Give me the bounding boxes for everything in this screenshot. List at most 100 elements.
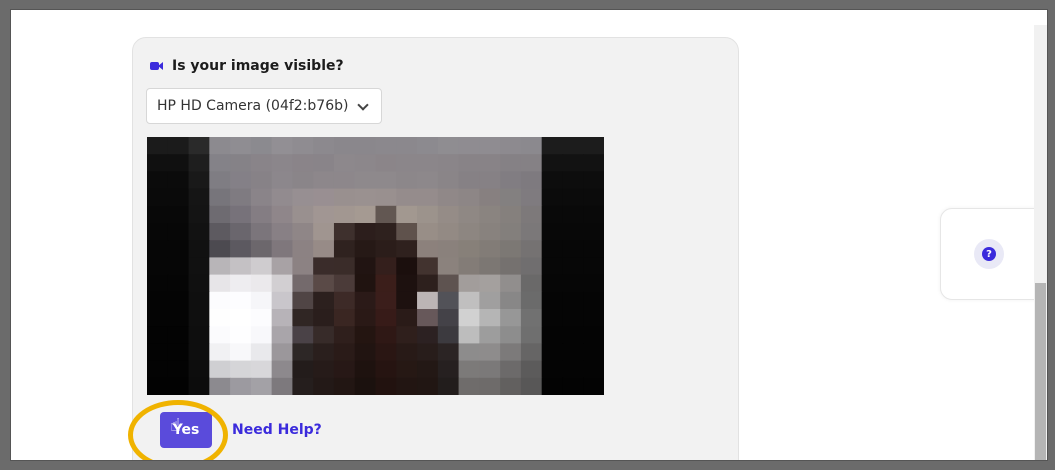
preview-pixel bbox=[583, 360, 604, 379]
preview-pixel bbox=[354, 360, 377, 379]
camera-select-value: HP HD Camera (04f2:b76b) bbox=[157, 98, 349, 114]
preview-pixel bbox=[417, 171, 439, 190]
preview-pixel bbox=[209, 205, 231, 224]
page-scrollbar[interactable] bbox=[1034, 25, 1047, 460]
card-title: Is your image visible? bbox=[172, 58, 344, 74]
preview-pixel bbox=[313, 309, 335, 327]
preview-pixel bbox=[271, 171, 294, 190]
preview-pixel bbox=[250, 360, 273, 379]
preview-pixel bbox=[250, 326, 273, 344]
preview-pixel bbox=[562, 343, 584, 362]
preview-pixel bbox=[354, 343, 377, 362]
preview-pixel bbox=[583, 257, 604, 276]
preview-pixel bbox=[396, 240, 418, 258]
preview-pixel bbox=[375, 205, 397, 224]
preview-pixel bbox=[333, 188, 356, 207]
preview-pixel bbox=[167, 274, 190, 293]
preview-pixel bbox=[562, 326, 584, 344]
preview-pixel bbox=[375, 377, 397, 395]
preview-pixel bbox=[500, 343, 522, 362]
preview-pixel bbox=[188, 326, 210, 344]
preview-pixel bbox=[437, 188, 460, 207]
preview-pixel bbox=[417, 343, 439, 362]
card-header: Is your image visible? bbox=[150, 58, 344, 74]
preview-pixel bbox=[230, 377, 252, 395]
preview-pixel bbox=[147, 223, 169, 241]
help-side-tab[interactable]: ? bbox=[940, 208, 1047, 300]
preview-pixel bbox=[375, 360, 397, 379]
preview-pixel bbox=[458, 274, 480, 293]
preview-pixel bbox=[209, 291, 231, 310]
preview-pixel bbox=[500, 377, 522, 395]
scrollbar-thumb[interactable] bbox=[1035, 283, 1046, 460]
preview-pixel bbox=[396, 154, 418, 172]
preview-pixel bbox=[458, 205, 480, 224]
preview-pixel bbox=[375, 188, 397, 207]
preview-pixel bbox=[396, 274, 418, 293]
preview-pixel bbox=[396, 377, 418, 395]
preview-pixel bbox=[188, 205, 210, 224]
preview-pixel bbox=[147, 309, 169, 327]
preview-pixel bbox=[250, 154, 273, 172]
preview-pixel bbox=[520, 171, 543, 190]
preview-pixel bbox=[562, 360, 584, 379]
preview-pixel bbox=[583, 274, 604, 293]
preview-pixel bbox=[250, 137, 273, 155]
preview-pixel bbox=[333, 309, 356, 327]
preview-pixel bbox=[230, 188, 252, 207]
preview-pixel bbox=[541, 240, 564, 258]
preview-pixel bbox=[562, 137, 584, 155]
help-icon-button[interactable]: ? bbox=[974, 239, 1004, 269]
preview-pixel bbox=[271, 137, 294, 155]
preview-pixel bbox=[562, 188, 584, 207]
preview-pixel bbox=[167, 360, 190, 379]
preview-pixel bbox=[313, 326, 335, 344]
preview-pixel bbox=[271, 257, 294, 276]
preview-pixel bbox=[292, 137, 314, 155]
need-help-link[interactable]: Need Help? bbox=[232, 422, 322, 438]
camera-select[interactable]: HP HD Camera (04f2:b76b) bbox=[146, 88, 382, 124]
preview-pixel bbox=[437, 257, 460, 276]
preview-pixel bbox=[437, 240, 460, 258]
preview-pixel bbox=[333, 274, 356, 293]
preview-pixel bbox=[562, 274, 584, 293]
preview-pixel bbox=[167, 309, 190, 327]
preview-pixel bbox=[313, 360, 335, 379]
preview-pixel bbox=[271, 223, 294, 241]
preview-pixel bbox=[167, 291, 190, 310]
preview-pixel bbox=[147, 326, 169, 344]
preview-pixel bbox=[333, 154, 356, 172]
preview-pixel bbox=[333, 137, 356, 155]
preview-pixel bbox=[313, 240, 335, 258]
preview-pixel bbox=[167, 188, 190, 207]
preview-pixel bbox=[271, 240, 294, 258]
preview-pixel bbox=[417, 154, 439, 172]
preview-pixel bbox=[209, 154, 231, 172]
preview-pixel bbox=[313, 205, 335, 224]
preview-pixel bbox=[188, 171, 210, 190]
preview-pixel bbox=[333, 205, 356, 224]
preview-pixel bbox=[250, 205, 273, 224]
preview-pixel bbox=[375, 343, 397, 362]
preview-pixel bbox=[437, 291, 460, 310]
preview-pixel bbox=[562, 154, 584, 172]
preview-pixel bbox=[271, 205, 294, 224]
preview-pixel bbox=[583, 309, 604, 327]
preview-pixel bbox=[167, 171, 190, 190]
preview-pixel bbox=[147, 343, 169, 362]
preview-pixel bbox=[479, 274, 501, 293]
yes-button[interactable]: Yes ☝ bbox=[160, 412, 212, 448]
preview-pixel bbox=[541, 137, 564, 155]
preview-pixel bbox=[500, 188, 522, 207]
preview-pixel bbox=[479, 171, 501, 190]
preview-pixel bbox=[562, 240, 584, 258]
preview-pixel bbox=[417, 137, 439, 155]
preview-pixel bbox=[167, 343, 190, 362]
preview-pixel bbox=[354, 326, 377, 344]
preview-pixel bbox=[541, 205, 564, 224]
preview-pixel bbox=[396, 223, 418, 241]
preview-pixel bbox=[417, 360, 439, 379]
preview-pixel bbox=[500, 205, 522, 224]
preview-pixel bbox=[354, 377, 377, 395]
preview-pixel bbox=[500, 257, 522, 276]
